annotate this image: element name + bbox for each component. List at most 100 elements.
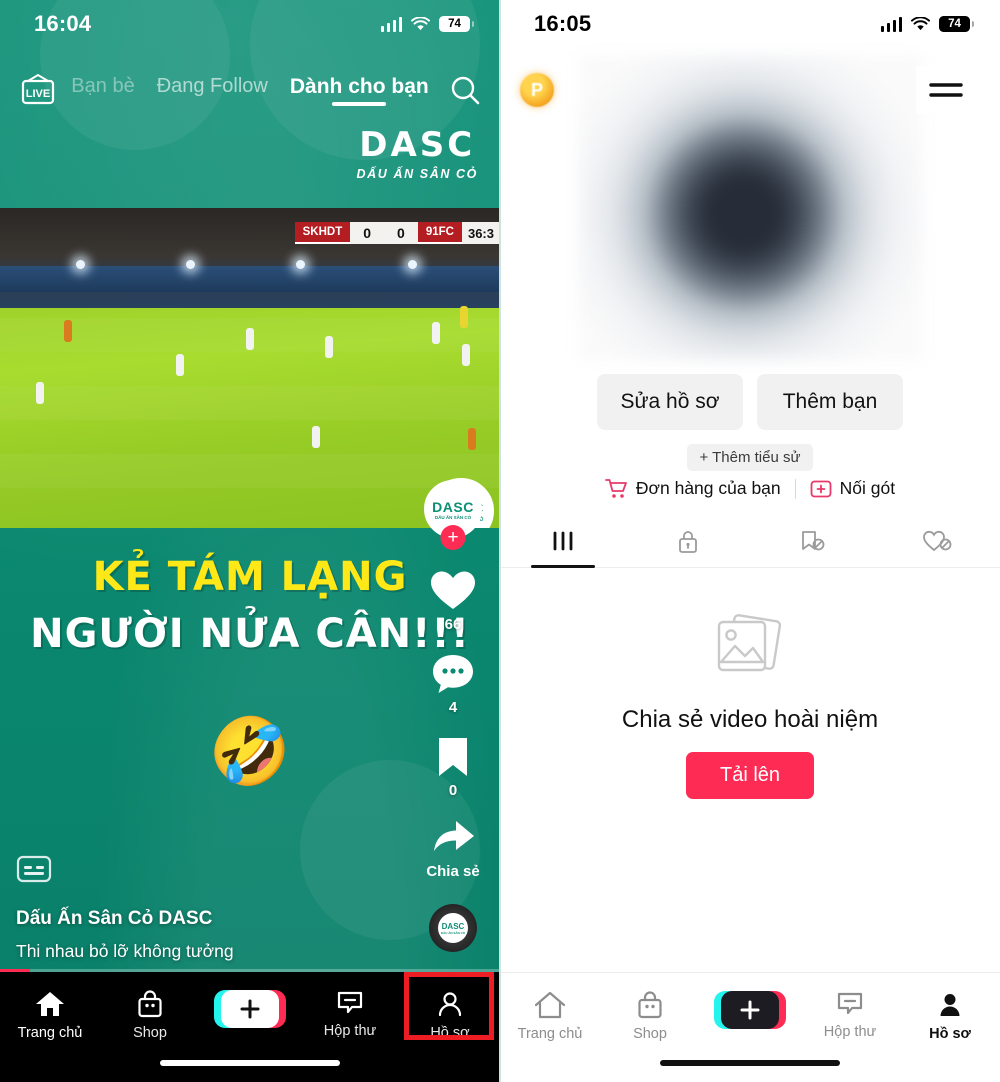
feed-top-tabs: LIVE Bạn bè Đang Follow Dành cho bạn (0, 62, 500, 118)
bookmark-button[interactable]: 0 (436, 736, 470, 799)
bookmark-count: 0 (448, 782, 458, 799)
share-button[interactable]: Chia sẻ (426, 819, 480, 880)
video-action-rail: DASC DẤU ẤN SÂN CỎ + 66 4 0 Chia sẻ DASC… (416, 480, 490, 952)
add-bio-row: + Thêm tiểu sử (500, 444, 1000, 471)
video-caption: Dấu Ấn Sân Cỏ DASC Thi nhau bỏ lỡ không … (16, 908, 404, 962)
like-count: 66 (444, 616, 462, 633)
live-tv-icon[interactable]: LIVE (18, 73, 58, 107)
add-friend-button[interactable]: Thêm bạn (757, 374, 903, 430)
status-bar: 16:04 74 (0, 0, 500, 48)
edit-profile-button[interactable]: Sửa hồ sơ (597, 374, 743, 430)
create-plus-icon[interactable] (714, 991, 786, 1029)
tab-private[interactable] (625, 516, 750, 567)
wifi-icon (911, 16, 930, 30)
status-indicators: 74 (880, 16, 974, 32)
battery-icon: 74 (939, 16, 974, 32)
nav-shop-label: Shop (133, 1025, 167, 1041)
share-label: Chia sẻ (426, 863, 480, 880)
shop-bag-icon (138, 990, 162, 1018)
brand-name: DASC (359, 125, 476, 165)
cellular-signal-icon (380, 16, 402, 32)
tab-liked[interactable] (875, 516, 1000, 567)
nav-shop-label: Shop (633, 1026, 667, 1042)
cellular-signal-icon (880, 16, 902, 32)
dasc-brand-logo: DASC DẤU ẤN SÂN CỎ (357, 128, 479, 181)
comment-count: 4 (448, 699, 458, 716)
nav-inbox-label: Hộp thư (823, 1024, 877, 1040)
follow-steps-link[interactable]: Nối gót (810, 478, 895, 499)
create-plus-icon[interactable] (214, 990, 286, 1028)
nav-shop[interactable]: Shop (100, 986, 200, 1041)
nav-inbox-label: Hộp thư (323, 1023, 377, 1039)
feed-tab-friends[interactable]: Bạn bè (71, 75, 134, 105)
closed-caption-icon[interactable] (16, 854, 52, 889)
dual-screenshot-container: 16:04 74 LIVE Bạn bè Đang Follow Dành ch… (0, 0, 1000, 1082)
right-phone-screen: 16:05 74 P Sửa hồ sơ Thêm bạn + Thêm tiể… (500, 0, 1000, 1082)
away-team-score: 0 (384, 222, 418, 244)
comment-icon (433, 655, 473, 693)
lock-private-icon (678, 530, 697, 553)
inbox-message-icon (337, 991, 363, 1014)
profile-action-buttons: Sửa hồ sơ Thêm bạn (500, 374, 1000, 430)
disc-artwork: DASC DẤU ẤN SÂN CỎ (438, 913, 468, 943)
status-indicators: 74 (380, 16, 474, 32)
nav-shop[interactable]: Shop (600, 987, 700, 1042)
heart-icon (431, 571, 475, 609)
nav-create[interactable] (200, 986, 300, 1028)
status-clock: 16:05 (534, 11, 592, 36)
profile-person-icon (940, 994, 960, 1016)
p-coin-badge[interactable]: P (520, 73, 554, 107)
hamburger-menu-icon[interactable] (916, 66, 976, 114)
like-button[interactable]: 66 (430, 570, 476, 633)
tab-posts[interactable] (500, 516, 625, 567)
plus-follow-icon[interactable]: + (440, 525, 466, 550)
battery-level: 74 (439, 16, 470, 32)
match-time: 36:3 (461, 222, 500, 244)
heart-hidden-icon (922, 530, 951, 551)
nav-profile[interactable]: Hồ sơ (400, 986, 500, 1041)
brand-tagline: DẤU ẤN SÂN CỎ (356, 167, 478, 181)
nav-home-label: Trang chủ (17, 1025, 83, 1041)
nav-inbox[interactable]: Hộp thư (300, 986, 400, 1039)
bookmark-icon (439, 738, 467, 776)
disc-label: DASC (441, 921, 465, 931)
comment-button[interactable]: 4 (431, 653, 475, 716)
screen-divider (499, 0, 501, 1082)
nav-profile[interactable]: Hồ sơ (900, 987, 1000, 1042)
nav-home[interactable]: Trang chủ (0, 986, 100, 1041)
battery-level: 74 (939, 16, 970, 32)
avatar-sub: DẤU ẤN SÂN CỎ (434, 514, 472, 520)
add-bio-button[interactable]: + Thêm tiểu sử (687, 444, 813, 471)
music-disc[interactable]: DASC DẤU ẤN SÂN CỎ (429, 904, 477, 952)
orders-link[interactable]: Đơn hàng của bạn (604, 478, 781, 499)
profile-cover-image[interactable] (578, 55, 923, 360)
away-team-name: 91FC (417, 222, 462, 244)
disc-sub: DẤU ẤN SÂN CỎ (440, 930, 466, 935)
empty-state: Chia sẻ video hoài niệm Tải lên (500, 612, 1000, 799)
profile-content-tabs (500, 516, 1000, 568)
upload-button[interactable]: Tải lên (685, 752, 815, 799)
tab-saved[interactable] (750, 516, 875, 567)
feed-tab-following[interactable]: Đang Follow (157, 75, 268, 105)
share-arrow-icon (433, 821, 474, 851)
home-icon (535, 991, 565, 1019)
feed-tab-for-you[interactable]: Dành cho bạn (290, 75, 429, 106)
nav-create[interactable] (700, 987, 800, 1029)
caption-text: Thi nhau bỏ lỡ không tưởng (16, 941, 234, 961)
status-clock: 16:04 (34, 11, 92, 36)
bookmark-hidden-icon (801, 530, 824, 550)
caption-author[interactable]: Dấu Ấn Sân Cỏ DASC (16, 908, 404, 930)
search-icon[interactable] (448, 73, 482, 107)
profile-person-icon (438, 992, 462, 1017)
feed-tab-list: Bạn bè Đang Follow Dành cho bạn (52, 75, 448, 106)
add-box-icon (810, 480, 832, 498)
nav-home[interactable]: Trang chủ (500, 987, 600, 1042)
home-icon (36, 992, 64, 1016)
orders-link-label: Đơn hàng của bạn (635, 478, 781, 498)
creator-avatar[interactable]: DASC DẤU ẤN SÂN CỎ + (424, 480, 482, 550)
shopping-cart-icon (604, 479, 627, 498)
left-phone-screen: 16:04 74 LIVE Bạn bè Đang Follow Dành ch… (0, 0, 500, 1082)
profile-quick-links: Đơn hàng của bạn Nối gót (500, 478, 1000, 499)
nav-inbox[interactable]: Hộp thư (800, 987, 900, 1040)
battery-icon: 74 (439, 16, 474, 32)
